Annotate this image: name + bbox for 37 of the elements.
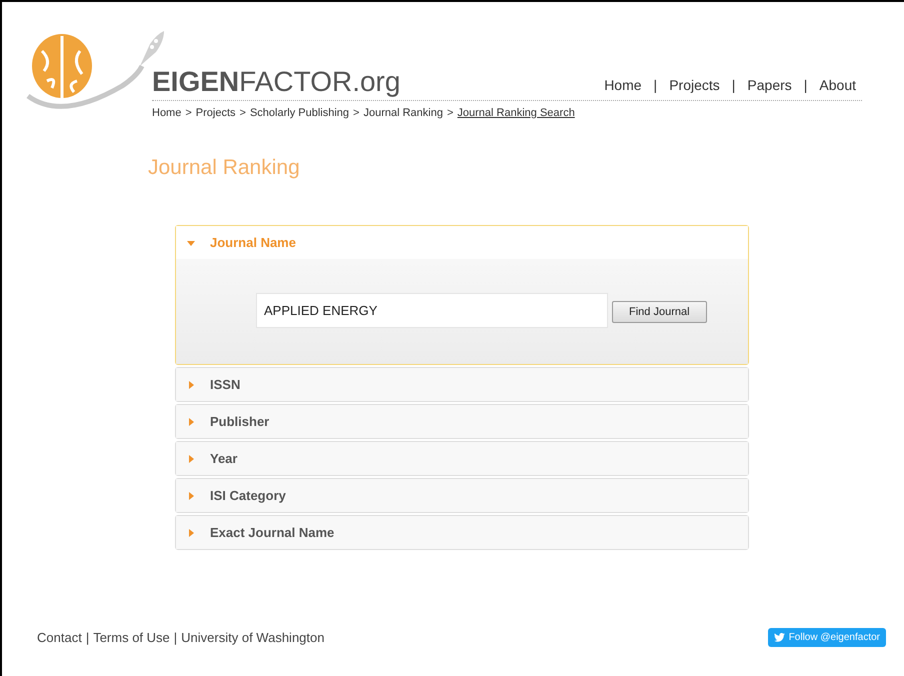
footer-link[interactable]: Terms of Use (93, 628, 170, 648)
bird-icon (774, 633, 785, 642)
caret-right-icon (187, 492, 195, 500)
nav-link[interactable]: Home (604, 75, 642, 96)
breadcrumb-separator: > (185, 106, 192, 121)
caret-right-icon (187, 528, 195, 536)
site-logo-text[interactable]: EIGENFACTOR.org (152, 68, 400, 96)
nav-separator: | (654, 76, 658, 95)
journal-name-field[interactable]: APPLIED ENERGY (256, 293, 608, 328)
footer-separator: | (174, 629, 178, 647)
footer-link[interactable]: University of Washington (181, 628, 324, 648)
find-journal-button[interactable]: Find Journal (612, 301, 707, 323)
nav-link[interactable]: Papers (747, 75, 792, 96)
accordion-header[interactable]: Publisher (176, 405, 748, 438)
breadcrumb-link[interactable]: Projects (196, 105, 236, 122)
nav-separator: | (732, 76, 736, 95)
nav-link[interactable]: Projects (669, 75, 720, 96)
breadcrumb-link[interactable]: Home (152, 105, 182, 122)
breadcrumb-link[interactable]: Journal Ranking Search (457, 105, 575, 122)
breadcrumb-separator: > (353, 106, 360, 121)
breadcrumb-link[interactable]: Scholarly Publishing (250, 105, 350, 122)
footer-link[interactable]: Contact (37, 628, 82, 648)
breadcrumb-separator: > (446, 106, 454, 121)
accordion-header[interactable]: ISSN (176, 368, 748, 401)
caret-right-icon (187, 380, 195, 388)
nav-separator: | (804, 76, 808, 95)
page-title: Journal Ranking (148, 154, 301, 180)
caret-down-icon (187, 238, 195, 246)
accordion-header[interactable]: ISI Category (176, 479, 748, 512)
breadcrumb-separator: > (240, 106, 246, 121)
breadcrumb-link[interactable]: Journal Ranking (363, 105, 443, 122)
caret-right-icon (187, 418, 195, 426)
caret-right-icon (187, 454, 195, 462)
accordion-header[interactable]: Year (176, 442, 748, 475)
nav-link[interactable]: About (819, 75, 856, 96)
footer-separator: | (86, 629, 90, 647)
accordion-header[interactable]: Exact Journal Name (176, 516, 748, 549)
